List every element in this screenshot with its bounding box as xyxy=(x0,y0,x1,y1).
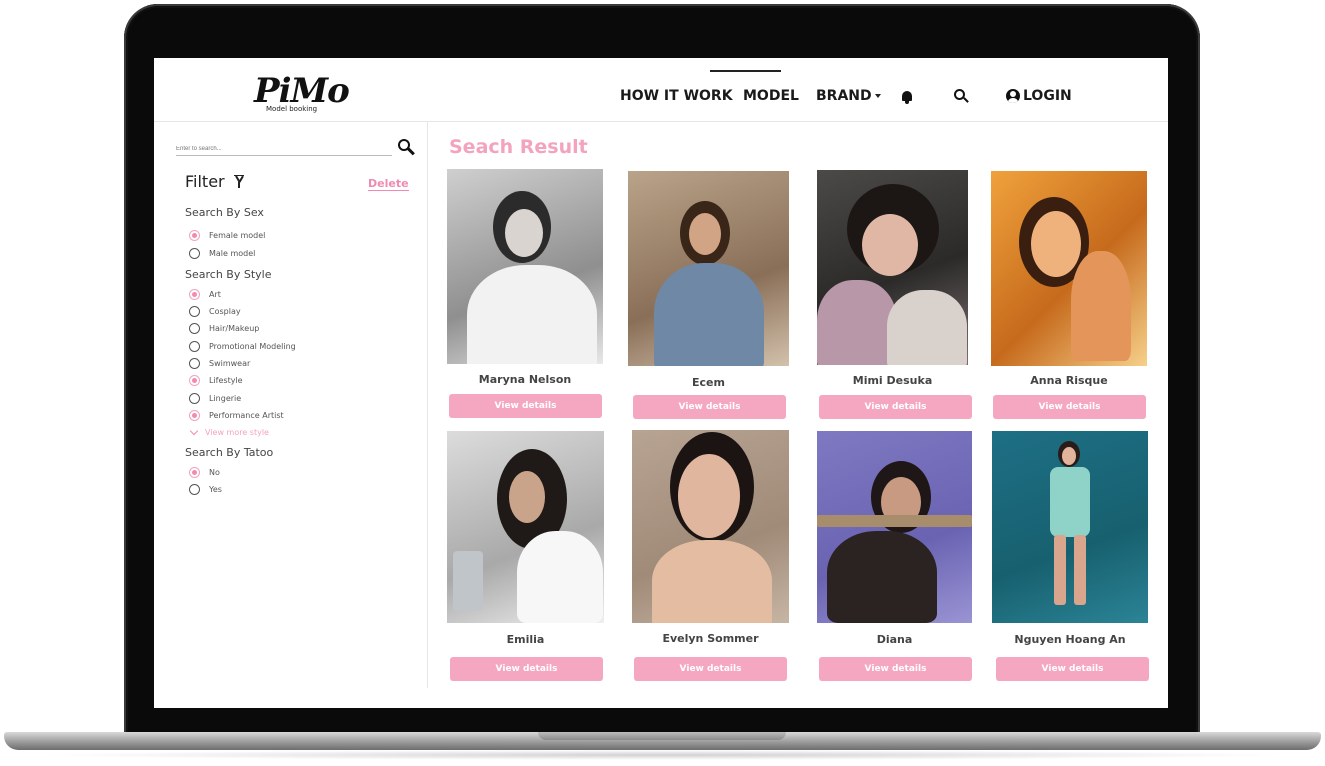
radio-female-model[interactable]: Female model xyxy=(189,230,265,241)
search-icon[interactable] xyxy=(954,89,970,105)
checkbox-lifestyle[interactable]: Lifestyle xyxy=(189,375,243,386)
view-details-button[interactable]: View details xyxy=(993,395,1146,419)
model-photo[interactable] xyxy=(628,171,789,366)
login-label: LOGIN xyxy=(1023,88,1072,104)
radio-indicator xyxy=(189,358,200,369)
radio-indicator xyxy=(189,341,200,352)
model-card[interactable]: Evelyn Sommer View details xyxy=(632,430,789,681)
view-details-button[interactable]: View details xyxy=(634,657,787,681)
option-label: Hair/Makeup xyxy=(209,324,260,333)
option-label: Female model xyxy=(209,231,266,240)
group-title-tattoo: Search By Tatoo xyxy=(185,446,274,459)
nav-active-indicator xyxy=(710,70,781,72)
group-title-style: Search By Style xyxy=(185,268,272,281)
radio-tattoo-no[interactable]: No xyxy=(189,467,220,478)
radio-indicator xyxy=(189,306,200,317)
view-details-button[interactable]: View details xyxy=(819,395,972,419)
top-header: PiMo Model booking HOW IT WORK MODEL BRA… xyxy=(154,58,1168,122)
model-card[interactable]: Ecem View details xyxy=(628,171,789,419)
model-name: Evelyn Sommer xyxy=(662,632,759,645)
nav-how-it-work[interactable]: HOW IT WORK xyxy=(620,88,733,104)
checkbox-art[interactable]: Art xyxy=(189,289,221,300)
checkbox-performance-artist[interactable]: Performance Artist xyxy=(189,410,284,421)
model-photo[interactable] xyxy=(447,431,604,623)
option-label: Cosplay xyxy=(209,307,241,316)
radio-indicator xyxy=(189,484,200,495)
search-icon[interactable] xyxy=(398,139,416,157)
radio-indicator xyxy=(189,393,200,404)
nav-model[interactable]: MODEL xyxy=(743,88,799,104)
checkbox-promotional-modeling[interactable]: Promotional Modeling xyxy=(189,341,296,352)
laptop-notch xyxy=(538,732,786,740)
login-button[interactable]: LOGIN xyxy=(1006,88,1072,104)
view-details-button[interactable]: View details xyxy=(819,657,972,681)
bell-icon[interactable] xyxy=(901,90,913,104)
view-details-button[interactable]: View details xyxy=(996,657,1149,681)
model-card[interactable]: Mimi Desuka View details xyxy=(817,170,973,419)
model-photo[interactable] xyxy=(991,171,1147,366)
nav-brand-label: BRAND xyxy=(816,88,872,104)
model-photo[interactable] xyxy=(632,430,789,623)
option-label: Art xyxy=(209,290,221,299)
model-card[interactable]: Nguyen Hoang An View details xyxy=(992,431,1149,681)
option-label: Lingerie xyxy=(209,394,242,403)
logo-tagline: Model booking xyxy=(266,105,318,113)
radio-indicator xyxy=(189,410,200,421)
option-label: Performance Artist xyxy=(209,411,284,420)
model-card[interactable]: Emilia View details xyxy=(447,431,604,681)
checkbox-hair-makeup[interactable]: Hair/Makeup xyxy=(189,323,259,334)
laptop-shadow xyxy=(30,750,1295,760)
view-details-button[interactable]: View details xyxy=(450,657,603,681)
caret-down-icon xyxy=(874,94,881,98)
model-card[interactable]: Maryna Nelson View details xyxy=(447,169,603,418)
view-details-button[interactable]: View details xyxy=(633,395,786,419)
radio-indicator xyxy=(189,375,200,386)
model-photo[interactable] xyxy=(817,431,972,623)
view-more-label: View more style xyxy=(205,428,269,437)
delete-filters-link[interactable]: Delete xyxy=(368,177,409,191)
checkbox-cosplay[interactable]: Cosplay xyxy=(189,306,241,317)
model-name: Ecem xyxy=(692,376,725,389)
filter-icon xyxy=(234,175,244,188)
radio-indicator xyxy=(189,467,200,478)
model-name: Diana xyxy=(876,633,913,646)
group-title-sex: Search By Sex xyxy=(185,206,264,219)
model-name: Maryna Nelson xyxy=(478,373,572,386)
logo[interactable]: PiMo Model booking xyxy=(254,71,350,116)
radio-indicator xyxy=(189,230,200,241)
checkbox-swimwear[interactable]: Swimwear xyxy=(189,358,250,369)
nav-brand-dropdown[interactable]: BRAND xyxy=(816,88,881,104)
view-more-style-link[interactable]: View more style xyxy=(189,426,269,437)
model-name: Nguyen Hoang An xyxy=(1014,633,1126,646)
radio-male-model[interactable]: Male model xyxy=(189,248,255,259)
option-label: Male model xyxy=(209,249,256,258)
results-title: Seach Result xyxy=(449,136,588,158)
model-name: Emilia xyxy=(506,633,545,646)
logo-wordmark: PiMo xyxy=(254,71,350,111)
radio-indicator xyxy=(189,248,200,259)
model-name: Mimi Desuka xyxy=(852,374,933,387)
model-name: Anna Risque xyxy=(1030,374,1108,387)
model-card[interactable]: Anna Risque View details xyxy=(991,171,1147,419)
model-photo[interactable] xyxy=(447,169,603,364)
sidebar-search-input[interactable] xyxy=(176,142,392,156)
option-label: Yes xyxy=(209,485,222,494)
chevron-down-icon xyxy=(189,426,199,436)
radio-indicator xyxy=(189,323,200,334)
radio-tattoo-yes[interactable]: Yes xyxy=(189,484,222,495)
app-screen: PiMo Model booking HOW IT WORK MODEL BRA… xyxy=(154,58,1168,708)
option-label: Lifestyle xyxy=(209,376,243,385)
radio-indicator xyxy=(189,289,200,300)
model-photo[interactable] xyxy=(817,170,968,365)
option-label: No xyxy=(209,468,220,477)
checkbox-lingerie[interactable]: Lingerie xyxy=(189,393,241,404)
model-card[interactable]: Diana View details xyxy=(817,431,973,681)
view-details-button[interactable]: View details xyxy=(449,394,602,418)
filter-title: Filter xyxy=(185,172,225,191)
model-photo[interactable] xyxy=(992,431,1148,623)
user-icon xyxy=(1006,89,1020,103)
filter-sidebar: Filter Delete Search By Sex Female model… xyxy=(154,122,428,688)
option-label: Swimwear xyxy=(209,359,251,368)
option-label: Promotional Modeling xyxy=(209,342,296,351)
